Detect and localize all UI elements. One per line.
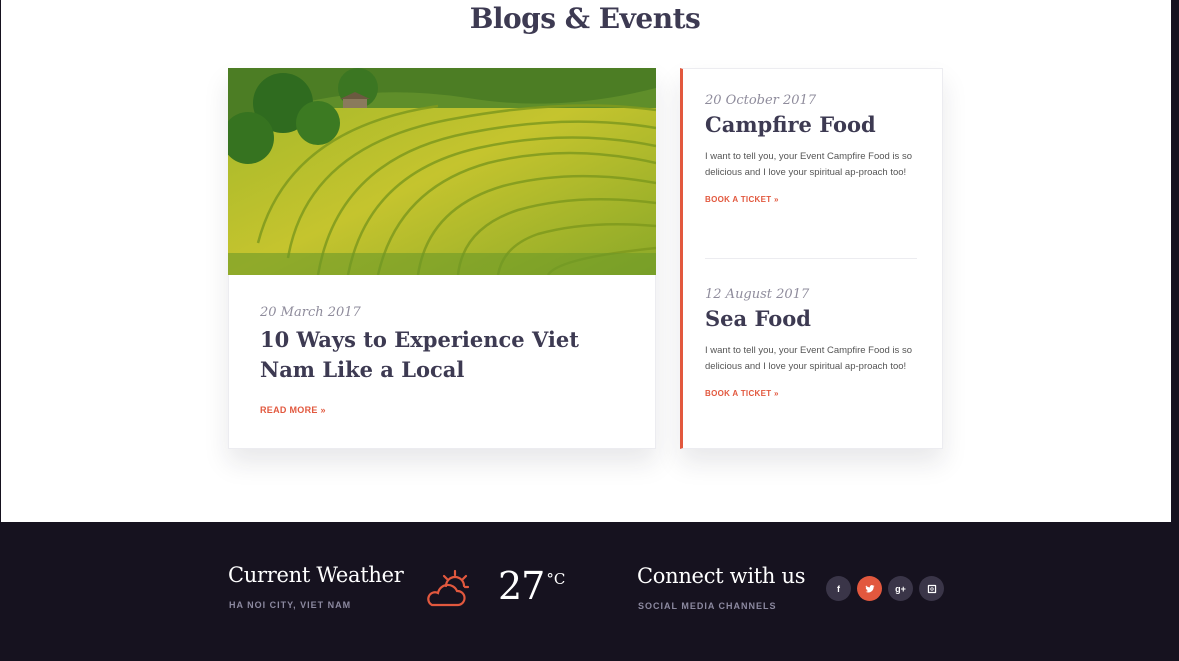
event-item: 20 October 2017 Campfire Food I want to … bbox=[705, 93, 920, 204]
event-description: I want to tell you, your Event Campfire … bbox=[705, 345, 912, 372]
temperature-value: 27 bbox=[498, 564, 545, 608]
blog-date: 20 March 2017 bbox=[260, 305, 361, 320]
page-edge bbox=[1171, 0, 1179, 522]
event-item: 12 August 2017 Sea Food I want to tell y… bbox=[705, 287, 920, 398]
temperature-unit: °C bbox=[546, 570, 566, 588]
book-ticket-link[interactable]: BOOK A TICKET » bbox=[705, 195, 920, 204]
twitter-bird-shape bbox=[864, 584, 875, 592]
weather-title: Current Weather bbox=[228, 563, 404, 587]
social-links: f g+ bbox=[826, 576, 944, 601]
events-card: 20 October 2017 Campfire Food I want to … bbox=[680, 68, 943, 449]
temperature-readout: 27 °C bbox=[498, 564, 565, 608]
event-date: 12 August 2017 bbox=[705, 287, 810, 302]
google-plus-glyph: g+ bbox=[895, 583, 906, 594]
read-more-link[interactable]: READ MORE » bbox=[260, 405, 326, 415]
facebook-icon[interactable]: f bbox=[826, 576, 851, 601]
blog-image[interactable] bbox=[228, 68, 656, 275]
google-plus-icon[interactable]: g+ bbox=[888, 576, 913, 601]
instagram-camera-shape bbox=[927, 584, 936, 593]
event-description: I want to tell you, your Event Campfire … bbox=[705, 151, 912, 178]
twitter-icon[interactable] bbox=[857, 576, 882, 601]
blog-title[interactable]: 10 Ways to Experience Viet Nam Like a Lo… bbox=[260, 325, 640, 385]
partly-sunny-icon bbox=[427, 569, 470, 607]
book-ticket-link[interactable]: BOOK A TICKET » bbox=[705, 389, 920, 398]
event-title[interactable]: Campfire Food bbox=[705, 112, 920, 137]
event-date: 20 October 2017 bbox=[705, 93, 817, 108]
connect-title: Connect with us bbox=[637, 564, 806, 588]
blog-card: 20 March 2017 10 Ways to Experience Viet… bbox=[228, 68, 656, 449]
event-divider bbox=[705, 258, 917, 259]
instagram-icon[interactable] bbox=[919, 576, 944, 601]
event-title[interactable]: Sea Food bbox=[705, 306, 920, 331]
weather-location: HA NOI CITY, VIET NAM bbox=[229, 600, 352, 610]
section-title: Blogs & Events bbox=[469, 2, 701, 35]
facebook-glyph: f bbox=[837, 583, 840, 594]
connect-subtitle: SOCIAL MEDIA CHANNELS bbox=[638, 601, 777, 611]
